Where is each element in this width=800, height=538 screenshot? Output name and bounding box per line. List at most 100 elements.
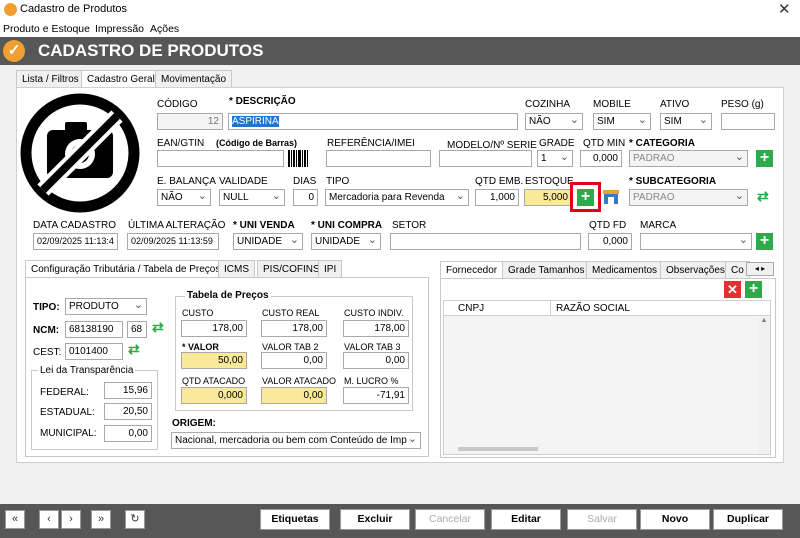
tipo-select[interactable]: Mercadoria para Revenda [325, 189, 469, 206]
refresh-button[interactable]: ↻ [125, 510, 145, 529]
next-record-button[interactable]: › [61, 510, 81, 529]
peso-field[interactable] [721, 113, 775, 130]
validade-select[interactable]: NULL [219, 189, 285, 206]
valor-atacado-field[interactable]: 0,00 [261, 387, 327, 404]
mobile-select[interactable]: SIM [593, 113, 651, 130]
custo-real-field[interactable]: 178,00 [261, 320, 327, 337]
novo-button[interactable]: Novo [640, 509, 710, 530]
tab-lista-filtros[interactable]: Lista / Filtros [16, 70, 85, 87]
title-bar: Cadastro de Produtos ✕ [0, 0, 800, 20]
tab-fornecedor[interactable]: Fornecedor [440, 261, 504, 278]
store-icon[interactable] [602, 187, 620, 205]
ncm-extra-field[interactable]: 68 [127, 321, 147, 338]
tab-medicamentos[interactable]: Medicamentos [586, 261, 664, 278]
ean-field[interactable] [157, 150, 284, 167]
federal-field[interactable]: 15,96 [104, 382, 152, 399]
referencia-label: REFERÊNCIA/IMEI [327, 138, 415, 149]
descricao-label: * DESCRIÇÃO [229, 96, 296, 107]
add-marca-button[interactable]: + [756, 233, 773, 250]
sync-cest-icon[interactable]: ⇄ [128, 341, 140, 358]
ultima-alteracao-field[interactable]: 02/09/2025 11:13:59 [127, 233, 219, 250]
qtd-min-field[interactable]: 0,000 [580, 150, 622, 167]
mobile-label: MOBILE [593, 99, 631, 110]
dias-field[interactable]: 0 [293, 189, 318, 206]
ncm-field[interactable]: 68138190 [65, 321, 123, 338]
uni-compra-select[interactable]: UNIDADE [311, 233, 381, 250]
tab-scroll-arrows[interactable]: ◂ ▸ [746, 262, 774, 276]
balanca-select[interactable]: NÃO [157, 189, 211, 206]
ncm-label: NCM: [33, 325, 60, 336]
remove-fornecedor-button[interactable]: ✕ [724, 281, 741, 298]
tab-grade-tamanhos[interactable]: Grade Tamanhos [502, 261, 591, 278]
referencia-field[interactable] [326, 150, 431, 167]
qtd-atacado-field[interactable]: 0,000 [181, 387, 247, 404]
valor-field[interactable]: 50,00 [181, 352, 247, 369]
municipal-field[interactable]: 0,00 [104, 425, 152, 442]
lucro-field[interactable]: -71,91 [343, 387, 409, 404]
descricao-field[interactable]: ASPIRINA [228, 113, 518, 130]
add-estoque-button[interactable]: + [577, 189, 594, 206]
tabela-precos-title: Tabela de Preços [185, 290, 271, 301]
estoque-field[interactable]: 5,000 [524, 189, 572, 206]
data-cadastro-field[interactable]: 02/09/2025 11:13:4 [33, 233, 118, 250]
setor-field[interactable] [390, 233, 581, 250]
add-categoria-button[interactable]: + [756, 150, 773, 167]
valor-tab3-field[interactable]: 0,00 [343, 352, 409, 369]
qtd-fd-field[interactable]: 0,000 [588, 233, 632, 250]
salvar-button[interactable]: Salvar [567, 509, 637, 530]
menu-produto-estoque[interactable]: Produto e Estoque [3, 23, 90, 35]
ultima-alteracao-label: ÚLTIMA ALTERAÇÃO [128, 220, 226, 231]
custo-indiv-field[interactable]: 178,00 [343, 320, 409, 337]
col-razao-social[interactable]: RAZÃO SOCIAL [556, 303, 630, 314]
add-fornecedor-button[interactable]: + [745, 281, 762, 298]
tab-movimentacao[interactable]: Movimentação [155, 70, 233, 87]
prev-record-button[interactable]: ‹ [39, 510, 59, 529]
menu-bar: Produto e Estoque Impressão Ações [0, 20, 800, 37]
origem-select[interactable]: Nacional, mercadoria ou bem com Conteúdo… [171, 432, 421, 449]
estadual-field[interactable]: 20,50 [104, 403, 152, 420]
subcategoria-select[interactable]: PADRAO [629, 189, 748, 206]
table-hscrollbar[interactable] [458, 447, 538, 451]
marca-select[interactable] [640, 233, 752, 250]
cancelar-button[interactable]: Cancelar [415, 509, 485, 530]
peso-label: PESO (g) [721, 99, 764, 110]
uni-venda-select[interactable]: UNIDADE [233, 233, 303, 250]
cest-field[interactable]: 0101400 [65, 343, 123, 360]
tipo-tax-label: TIPO: [33, 302, 60, 313]
tab-ipi[interactable]: IPI [318, 260, 343, 277]
barcode-icon[interactable] [287, 149, 309, 168]
sync-subcategoria-icon[interactable]: ⇄ [757, 188, 769, 205]
editar-button[interactable]: Editar [491, 509, 561, 530]
municipal-label: MUNICIPAL: [40, 428, 97, 439]
cozinha-select[interactable]: NÃO [525, 113, 583, 130]
codigo-field[interactable]: 12 [157, 113, 223, 130]
tab-icms[interactable]: ICMS [218, 260, 255, 277]
valor-tab2-field[interactable]: 0,00 [261, 352, 327, 369]
first-record-button[interactable]: « [5, 510, 25, 529]
custo-field[interactable]: 178,00 [181, 320, 247, 337]
excluir-button[interactable]: Excluir [340, 509, 410, 530]
no-photo-icon[interactable] [19, 92, 141, 214]
check-icon: ✓ [3, 40, 25, 62]
menu-acoes[interactable]: Ações [150, 23, 179, 35]
duplicar-button[interactable]: Duplicar [713, 509, 783, 530]
menu-impressao[interactable]: Impressão [95, 23, 144, 35]
modelo-field[interactable] [439, 150, 532, 167]
tab-config-tributaria[interactable]: Configuração Tributária / Tabela de Preç… [25, 260, 227, 277]
col-cnpj[interactable]: CNPJ [458, 303, 484, 314]
tab-observacoes[interactable]: Observações [660, 261, 731, 278]
tipo-tax-select[interactable]: PRODUTO [65, 298, 147, 315]
subcategoria-label: * SUBCATEGORIA [629, 176, 717, 187]
categoria-select[interactable]: PADRAO [629, 150, 748, 167]
tab-cadastro-geral[interactable]: Cadastro Geral [81, 70, 161, 87]
qtd-emb-field[interactable]: 1,000 [475, 189, 519, 206]
last-record-button[interactable]: » [91, 510, 111, 529]
fornecedor-table[interactable]: CNPJ RAZÃO SOCIAL ▲ [443, 300, 771, 455]
close-icon[interactable]: ✕ [778, 0, 791, 18]
table-scrollbar[interactable]: ▲ [758, 317, 770, 454]
tab-pis-cofins[interactable]: PIS/COFINS [257, 260, 326, 277]
etiquetas-button[interactable]: Etiquetas [260, 509, 330, 530]
ativo-select[interactable]: SIM [660, 113, 712, 130]
sync-ncm-icon[interactable]: ⇄ [152, 319, 164, 336]
grade-select[interactable]: 1 [537, 150, 573, 167]
